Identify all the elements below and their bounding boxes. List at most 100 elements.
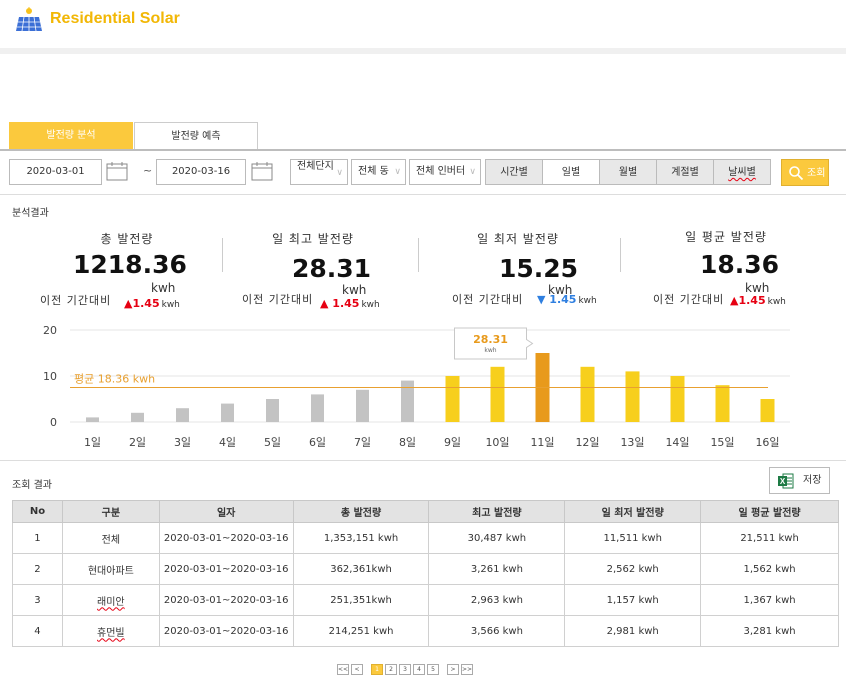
- search-icon: [789, 166, 804, 181]
- bar: [445, 376, 460, 422]
- average-label: 평균 18.36 kwh: [74, 373, 155, 386]
- cell-min: 1,157 kwh: [564, 584, 702, 616]
- inverter-select-value: 전체 인버터: [416, 166, 466, 177]
- excel-icon: X: [778, 473, 794, 489]
- period-daily-button[interactable]: 일별: [542, 159, 600, 185]
- kpi-unit: kwh: [342, 283, 367, 297]
- calendar-icon[interactable]: [106, 161, 128, 181]
- table-row[interactable]: 2 현대아파트 2020-03-01~2020-03-16 362,361kwh…: [12, 553, 839, 585]
- kpi-delta: ▼ 1.45 kwh: [537, 293, 597, 306]
- x-tick-label: 3일: [174, 435, 191, 449]
- cell-avg: 1,562 kwh: [700, 553, 839, 585]
- complex-select[interactable]: 전체단지 ∨: [290, 159, 348, 185]
- x-tick-label: 9일: [444, 435, 461, 449]
- analysis-section-title: 분석결과: [12, 208, 49, 219]
- search-button[interactable]: 조회: [781, 159, 829, 186]
- app-header: Residential Solar: [0, 0, 846, 48]
- table-row[interactable]: 1 전체 2020-03-01~2020-03-16 1,353,151 kwh…: [12, 522, 839, 554]
- results-section-title: 조회 결과: [12, 480, 52, 491]
- prev-page-button[interactable]: <: [351, 664, 363, 675]
- period-weather-button[interactable]: 날씨별: [713, 159, 771, 185]
- x-tick-label: 4일: [219, 435, 236, 449]
- column-header: No: [12, 500, 63, 523]
- cell-date: 2020-03-01~2020-03-16: [158, 584, 294, 616]
- cell-min: 2,562 kwh: [564, 553, 702, 585]
- filter-divider: [0, 194, 846, 195]
- x-tick-label: 15일: [710, 435, 734, 449]
- page-button[interactable]: 1: [371, 664, 383, 675]
- tooltip-unit: kwh: [484, 347, 496, 354]
- complex-select-value: 전체단지: [297, 161, 334, 172]
- x-tick-label: 7일: [354, 435, 371, 449]
- tab-generation-analysis[interactable]: 발전량 분석: [9, 122, 133, 149]
- period-seasonal-button[interactable]: 계절별: [656, 159, 714, 185]
- x-tick-label: 12일: [575, 435, 599, 449]
- chart-divider: [0, 460, 846, 461]
- page-button[interactable]: 4: [413, 664, 425, 675]
- kpi-label: 일 최고 발전량: [272, 232, 354, 246]
- save-button-label: 저장: [803, 475, 822, 486]
- page-button[interactable]: 5: [427, 664, 439, 675]
- start-date-input[interactable]: 2020-03-01: [9, 159, 102, 185]
- search-button-label: 조회: [807, 168, 826, 179]
- end-date-input[interactable]: 2020-03-16: [156, 159, 246, 185]
- chevron-down-icon: ∨: [469, 167, 476, 177]
- cell-max: 30,487 kwh: [428, 522, 566, 554]
- daily-generation-chart: 0 10 20 1일 2일 3일 4일 5일 6일 7일 8일 9일 10일 11일 12일 13일 14일 15…: [43, 324, 790, 449]
- inverter-select[interactable]: 전체 인버터 ∨: [409, 159, 481, 185]
- bar: [760, 399, 775, 422]
- tab-generation-forecast[interactable]: 발전량 예측: [134, 122, 258, 149]
- period-hourly-button[interactable]: 시간별: [485, 159, 543, 185]
- cell-category: 래미안: [61, 584, 160, 616]
- cell-total: 362,361kwh: [292, 553, 430, 585]
- bar: [670, 376, 685, 422]
- calendar-icon[interactable]: [251, 161, 273, 181]
- kpi-compare-label: 이전 기간대비: [452, 293, 524, 306]
- tooltip-value: 28.31: [473, 333, 508, 346]
- bar: [221, 403, 234, 422]
- kpi-compare-label: 이전 기간대비: [40, 294, 112, 307]
- bar: [580, 366, 595, 422]
- first-page-button[interactable]: <<: [337, 664, 349, 675]
- x-tick-label: 14일: [665, 435, 689, 449]
- y-tick-label: 20: [43, 324, 57, 337]
- cell-date: 2020-03-01~2020-03-16: [158, 522, 294, 554]
- cell-avg: 1,367 kwh: [700, 584, 839, 616]
- table-header-row: No 구분 일자 총 발전량 최고 발전량 일 최저 발전량 일 평균 발전량: [12, 500, 839, 523]
- cell-avg: 3,281 kwh: [700, 615, 839, 647]
- bar: [401, 380, 414, 422]
- column-header: 일자: [158, 500, 294, 523]
- cell-min: 11,511 kwh: [564, 522, 702, 554]
- cell-total: 214,251 kwh: [292, 615, 430, 647]
- x-tick-label: 1일: [84, 435, 101, 449]
- period-monthly-button[interactable]: 월별: [599, 159, 657, 185]
- page-button[interactable]: 3: [399, 664, 411, 675]
- next-page-button[interactable]: >: [447, 664, 459, 675]
- x-tick-label: 6일: [309, 435, 326, 449]
- column-header: 최고 발전량: [428, 500, 566, 523]
- column-header: 총 발전량: [292, 500, 430, 523]
- kpi-delta: ▲ 1.45 kwh: [320, 297, 380, 310]
- bar: [86, 417, 99, 422]
- cell-min: 2,981 kwh: [564, 615, 702, 647]
- bar: [490, 366, 505, 422]
- excel-save-button[interactable]: X 저장: [769, 467, 830, 494]
- table-row[interactable]: 3 래미안 2020-03-01~2020-03-16 251,351kwh 2…: [12, 584, 839, 616]
- kpi-label: 일 최저 발전량: [477, 232, 559, 246]
- bar: [715, 385, 730, 422]
- chevron-down-icon: ∨: [336, 168, 343, 178]
- building-select[interactable]: 전체 동 ∨: [351, 159, 406, 185]
- table-row[interactable]: 4 휴먼빌 2020-03-01~2020-03-16 214,251 kwh …: [12, 615, 839, 647]
- x-tick-label: 2일: [129, 435, 146, 449]
- column-header: 일 최저 발전량: [564, 500, 702, 523]
- cell-date: 2020-03-01~2020-03-16: [158, 553, 294, 585]
- kpi-value: 15.25: [499, 254, 579, 283]
- chevron-down-icon: ∨: [394, 167, 401, 177]
- bar: [311, 394, 324, 422]
- kpi-value: 1218.36: [73, 250, 187, 279]
- date-range-separator: ~: [143, 164, 153, 177]
- last-page-button[interactable]: >>: [461, 664, 473, 675]
- kpi-compare-label: 이전 기간대비: [242, 293, 314, 306]
- tab-underline: [0, 149, 846, 151]
- page-button[interactable]: 2: [385, 664, 397, 675]
